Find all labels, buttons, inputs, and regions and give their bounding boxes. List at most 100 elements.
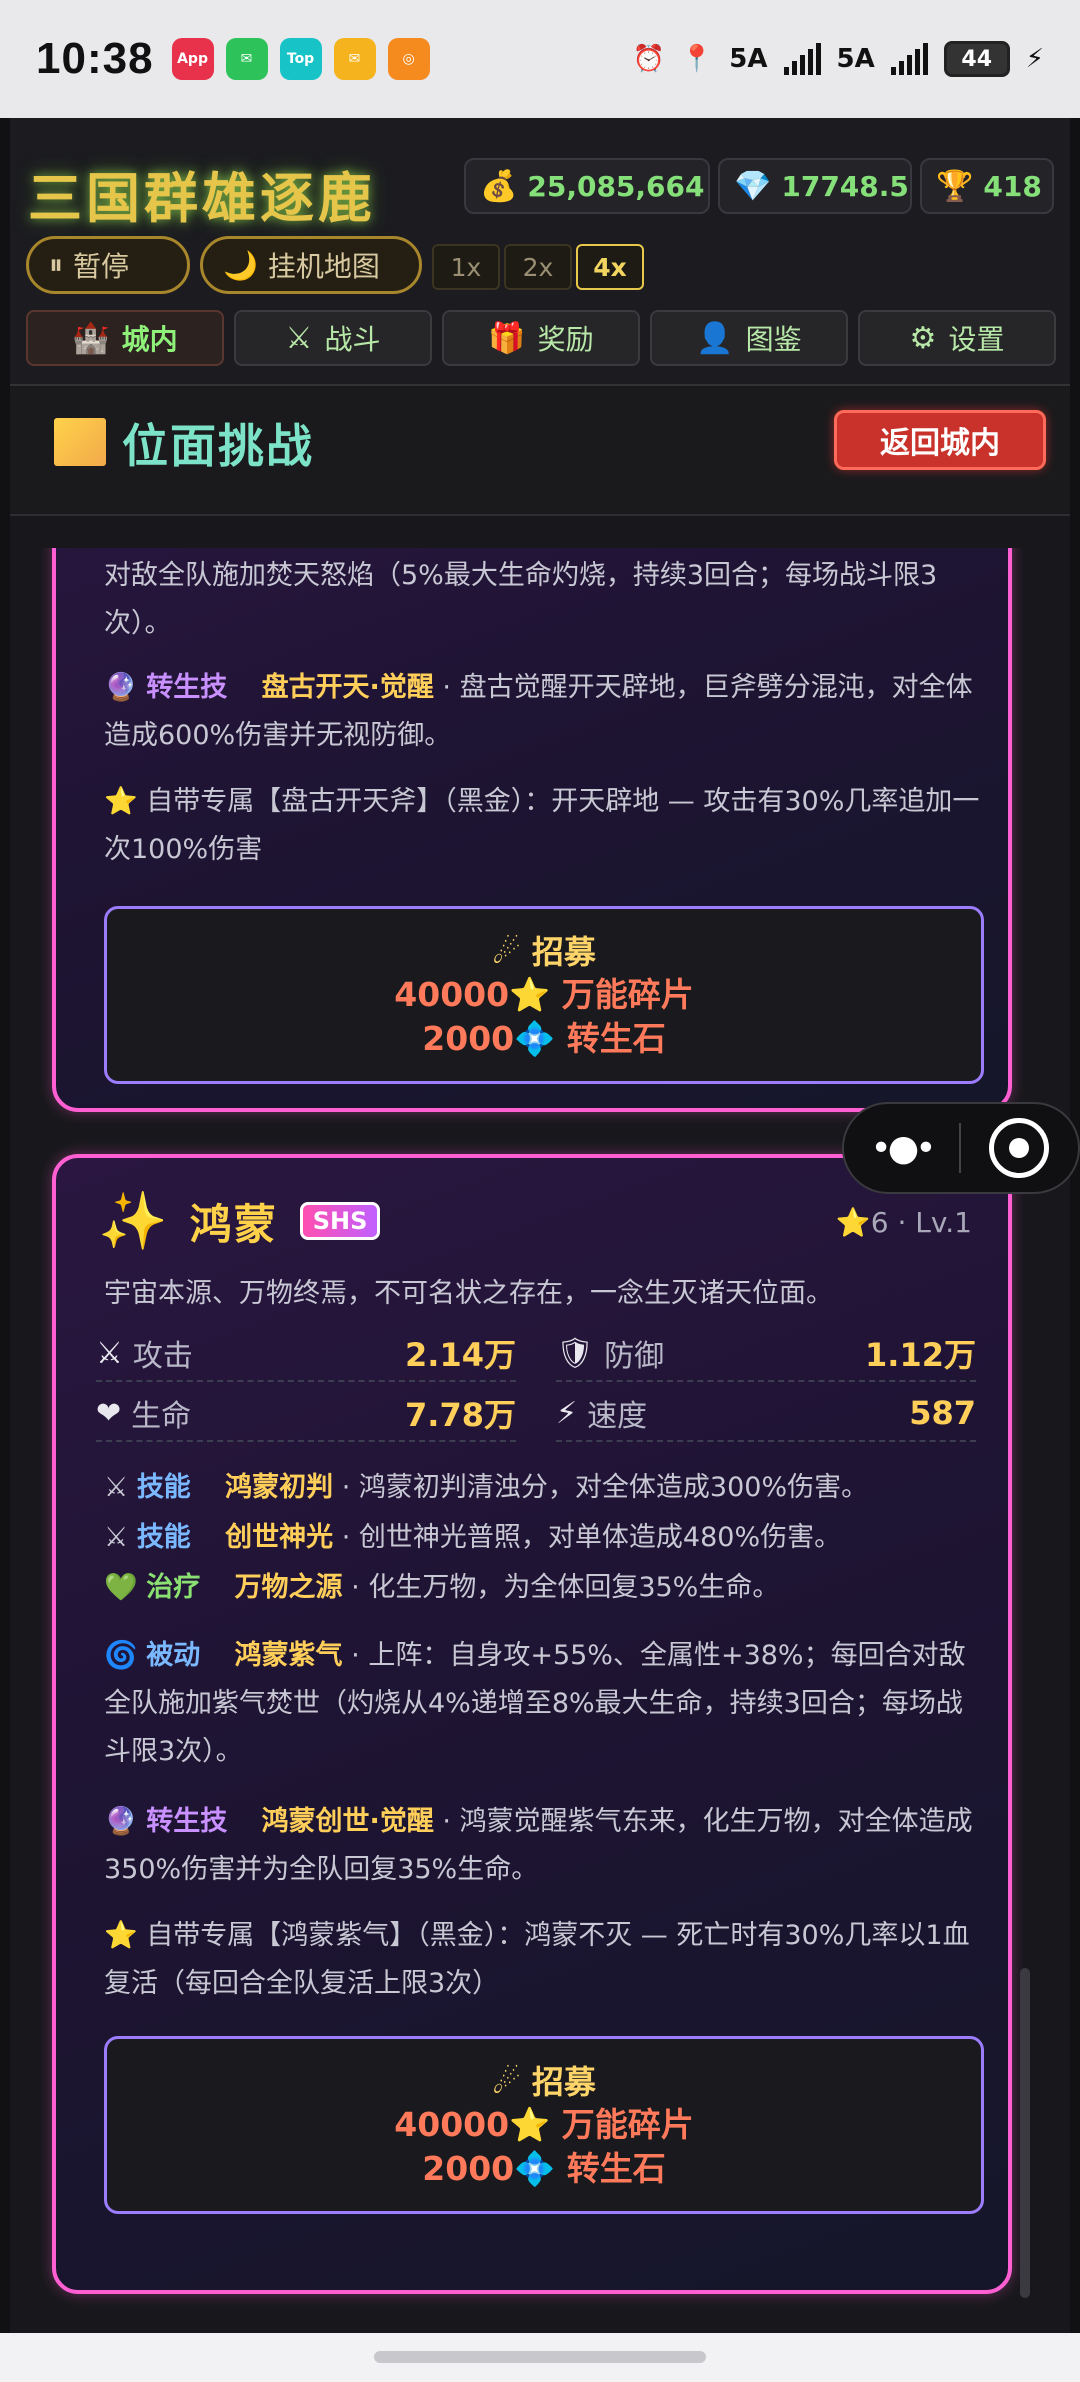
signal-icon xyxy=(783,43,821,75)
tab-codex[interactable]: 👤 图鉴 xyxy=(650,310,848,366)
skill-line: ⚔ 技能 创世神光 · 创世神光普照，对单体造成480%伤害。 xyxy=(104,1522,842,1553)
trophy-value: 418 xyxy=(983,169,1042,203)
comet-icon: ☄ xyxy=(492,933,521,971)
pause-icon: ⏸ xyxy=(49,248,64,281)
pause-button[interactable]: ⏸ 暂停 xyxy=(26,236,190,294)
capsule-divider xyxy=(959,1123,961,1173)
gold-counter: 💰 25,085,664 xyxy=(464,158,710,214)
crystal-ball-icon: 🔮 xyxy=(104,1806,138,1837)
diamond-icon: 💎 xyxy=(734,168,772,204)
money-bag-icon: 💰 xyxy=(480,168,518,204)
top-bar: 三国群雄逐鹿 💰 25,085,664 💎 17748.5 🏆 418 ⏸ 暂停… xyxy=(10,118,1070,386)
rarity-badge: SHS xyxy=(299,1202,381,1240)
game-title: 三国群雄逐鹿 xyxy=(28,166,376,230)
star-icon: ⭐ xyxy=(835,1206,871,1239)
gesture-bar xyxy=(0,2333,1080,2382)
scrollbar[interactable] xyxy=(1020,1968,1030,2298)
star-icon: ⭐ xyxy=(509,2105,551,2144)
speed-4x-button[interactable]: 4x xyxy=(576,244,644,290)
network-type-1: 5A xyxy=(729,44,768,74)
passive-skill: 🌀 被动 鸿蒙紫气 · 上阵：自身攻+55%、全属性+38%；每回合对敌全队施加… xyxy=(104,1640,966,1767)
hero-level: ⭐6 · Lv.1 xyxy=(835,1206,972,1239)
star-icon: ⭐ xyxy=(104,786,138,817)
trophy-counter: 🏆 418 xyxy=(920,158,1054,214)
close-icon[interactable] xyxy=(989,1118,1049,1178)
stat-hp: ❤ 生命 7.78万 xyxy=(96,1386,516,1442)
battery-icon: 44 xyxy=(943,41,1010,77)
star-icon: ⭐ xyxy=(104,1920,138,1951)
diamond-counter: 💎 17748.5 xyxy=(718,158,912,214)
trophy-icon: 🏆 xyxy=(936,168,974,204)
skill-line: ⚔ 技能 鸿蒙初判 · 鸿蒙初判清浊分，对全体造成300%伤害。 xyxy=(104,1472,869,1503)
swords-icon: ⚔ xyxy=(96,1335,123,1371)
signal-icon-2 xyxy=(890,43,928,75)
taptap-icon: Top xyxy=(279,38,322,80)
hero-list[interactable]: 对敌全队施加焚天怒焰（5%最大生命灼烧，持续3回合；每场战斗限3次）。 🔮 转生… xyxy=(10,548,1070,2318)
notification-app-icons: App ✉ Top ✉ ◎ xyxy=(171,38,430,80)
more-options-icon[interactable]: •●• xyxy=(844,1128,959,1169)
passive-description: 对敌全队施加焚天怒焰（5%最大生命灼烧，持续3回合；每场战斗限3次）。 xyxy=(104,560,938,639)
section-header: 位面挑战 返回城内 xyxy=(10,388,1070,516)
swords-icon: ⚔ xyxy=(104,1522,129,1553)
status-time: 10:38 xyxy=(36,34,154,83)
mail-icon: ✉ xyxy=(333,38,376,80)
moon-icon: 🌙 xyxy=(223,248,258,282)
hero-card: ✨ 鸿蒙 SHS ⭐6 · Lv.1 宇宙本源、万物终焉，不可名状之存在，一念生… xyxy=(52,1154,1012,2294)
heart-icon: ❤ xyxy=(96,1395,122,1431)
comet-icon: ☄ xyxy=(492,2063,521,2101)
rebirth-skill: 🔮 转生技 盘古开天·觉醒 · 盘古觉醒开天辟地，巨斧劈分混沌，对全体造成600… xyxy=(104,672,973,751)
home-indicator[interactable] xyxy=(374,2351,706,2363)
gem-icon: 💠 xyxy=(514,2149,556,2188)
back-to-city-button[interactable]: 返回城内 xyxy=(834,410,1046,470)
charging-icon: ⚡ xyxy=(1025,44,1044,74)
person-icon: 👤 xyxy=(696,320,734,356)
rebirth-skill: 🔮 转生技 鸿蒙创世·觉醒 · 鸿蒙觉醒紫气东来，化生万物，对全体造成350%伤… xyxy=(104,1806,973,1885)
status-bar: 10:38 App ✉ Top ✉ ◎ ⏰ 📍 5A 5A 44 ⚡ xyxy=(0,0,1080,118)
skill-line: 💚 治疗 万物之源 · 化生万物，为全体回复35%生命。 xyxy=(104,1572,780,1603)
tab-settings[interactable]: ⚙ 设置 xyxy=(858,310,1056,366)
hero-description: 宇宙本源、万物终焉，不可名状之存在，一念生灭诸天位面。 xyxy=(104,1278,833,1309)
location-icon: 📍 xyxy=(680,44,714,74)
gold-value: 25,085,664 xyxy=(527,169,705,203)
hero-card: 对敌全队施加焚天怒焰（5%最大生命灼烧，持续3回合；每场战斗限3次）。 🔮 转生… xyxy=(52,548,1012,1112)
hero-name: 鸿蒙 xyxy=(189,1199,278,1249)
tab-rewards[interactable]: 🎁 奖励 xyxy=(442,310,640,366)
speed-2x-button[interactable]: 2x xyxy=(504,244,572,290)
stat-defense: 🛡 防御 1.12万 xyxy=(556,1326,976,1382)
stat-speed: ⚡ 速度 587 xyxy=(556,1386,976,1442)
diamond-value: 17748.5 xyxy=(781,169,909,203)
lightning-icon: ⚡ xyxy=(556,1395,578,1431)
recruit-button[interactable]: ☄ 招募 40000⭐ 万能碎片 2000💠 转生石 xyxy=(104,906,984,1084)
appgallery-icon: App xyxy=(171,38,214,80)
section-title: 位面挑战 xyxy=(122,419,314,473)
network-type-2: 5A xyxy=(836,44,875,74)
section-icon xyxy=(54,418,106,466)
tab-city[interactable]: 🏰 城内 xyxy=(26,310,224,366)
shield-icon: 🛡 xyxy=(556,1335,595,1371)
app-icon: ◎ xyxy=(387,38,430,80)
swords-icon: ⚔ xyxy=(104,1472,129,1503)
game-app: 三国群雄逐鹿 💰 25,085,664 💎 17748.5 🏆 418 ⏸ 暂停… xyxy=(10,118,1070,2333)
sparkles-icon: ✨ xyxy=(98,1189,168,1254)
gear-icon: ⚙ xyxy=(909,320,937,356)
status-right: ⏰ 📍 5A 5A 44 ⚡ xyxy=(633,41,1044,77)
exclusive-item: ⭐ 自带专属【鸿蒙紫气】（黑金）：鸿蒙不灭 — 死亡时有30%几率以1血复活（每… xyxy=(104,1920,970,1999)
stat-attack: ⚔ 攻击 2.14万 xyxy=(96,1326,516,1382)
castle-icon: 🏰 xyxy=(72,320,110,356)
wechat-icon: ✉ xyxy=(225,38,268,80)
swirl-icon: 🌀 xyxy=(104,1640,138,1671)
gem-icon: 💠 xyxy=(514,1019,556,1058)
idle-map-button[interactable]: 🌙 挂机地图 xyxy=(200,236,422,294)
swords-icon: ⚔ xyxy=(285,320,313,356)
gift-icon: 🎁 xyxy=(488,320,526,356)
green-heart-icon: 💚 xyxy=(104,1572,138,1603)
alarm-icon: ⏰ xyxy=(632,44,665,74)
crystal-ball-icon: 🔮 xyxy=(104,672,138,703)
recruit-button[interactable]: ☄ 招募 40000⭐ 万能碎片 2000💠 转生石 xyxy=(104,2036,984,2214)
mini-program-capsule: •●• xyxy=(842,1102,1080,1194)
star-icon: ⭐ xyxy=(509,975,551,1014)
tab-battle[interactable]: ⚔ 战斗 xyxy=(234,310,432,366)
speed-1x-button[interactable]: 1x xyxy=(432,244,500,290)
hero-name-row: ✨ 鸿蒙 SHS xyxy=(98,1188,381,1254)
exclusive-item: ⭐ 自带专属【盘古开天斧】（黑金）：开天辟地 — 攻击有30%几率追加一次100… xyxy=(104,786,980,865)
